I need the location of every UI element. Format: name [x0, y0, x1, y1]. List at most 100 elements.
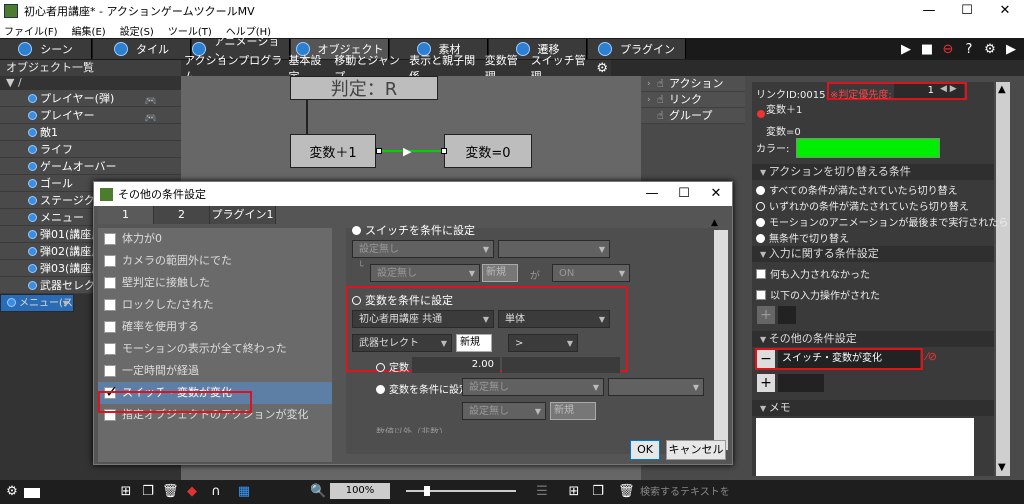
- condition-lock[interactable]: ロックした/された: [98, 294, 332, 316]
- minimize-button[interactable]: —: [910, 0, 948, 22]
- switch-select-empty[interactable]: [498, 240, 610, 259]
- constant-input[interactable]: 2.00: [412, 357, 500, 373]
- zoom-icon[interactable]: 🔍: [310, 484, 326, 500]
- gear-icon[interactable]: ⚙: [593, 61, 611, 76]
- constant-radio[interactable]: 定数: [376, 359, 409, 374]
- variable-kind-select[interactable]: 単体: [498, 310, 610, 329]
- variable-new-button[interactable]: 新規: [456, 334, 492, 352]
- dialog-close-button[interactable]: ✕: [700, 182, 732, 206]
- dialog-maximize-button[interactable]: ☐: [668, 182, 700, 206]
- list-item[interactable]: プレイヤー 🎮: [0, 107, 181, 124]
- add-link-item[interactable]: › ☝ リンク: [641, 92, 745, 108]
- list-item-selected[interactable]: メニュー(ス: [0, 294, 74, 312]
- scrollbar[interactable]: [714, 230, 728, 450]
- section-input[interactable]: 入力に関する条件設定: [752, 246, 994, 262]
- screen-icon[interactable]: [24, 488, 40, 498]
- condition-probability[interactable]: 確率を使用する: [98, 316, 332, 338]
- tab-tile[interactable]: タイル: [93, 39, 191, 59]
- tree-root[interactable]: ▼ /: [0, 76, 181, 90]
- scroll-up-icon[interactable]: ▲: [711, 218, 718, 228]
- variable-scope-select[interactable]: 初心者用講座 共通: [352, 310, 494, 329]
- variable-radio[interactable]: 変数を条件に設定: [352, 292, 453, 308]
- nan-radio[interactable]: 数値以外（非数）: [376, 425, 448, 433]
- switch-on-select[interactable]: ON: [552, 264, 630, 283]
- gear-icon[interactable]: ⚙: [983, 42, 997, 57]
- gear-icon[interactable]: ⚙: [4, 484, 20, 500]
- close-button[interactable]: ✕: [986, 0, 1024, 22]
- expand-icon[interactable]: ▶: [1004, 42, 1018, 57]
- other-condition-item[interactable]: スイッチ・変数が変化: [778, 350, 920, 368]
- input-slot[interactable]: [778, 306, 796, 324]
- section-other[interactable]: その他の条件設定: [752, 331, 994, 347]
- list-icon[interactable]: ☰: [534, 484, 550, 500]
- scroll-down-icon[interactable]: ▼: [998, 462, 1006, 473]
- add-folder-icon[interactable]: ⊞: [118, 484, 134, 500]
- stop-icon[interactable]: ■: [920, 42, 934, 57]
- color-swatch[interactable]: [796, 138, 940, 158]
- radio-anim[interactable]: モーションのアニメーションが最後まで実行されたら: [756, 214, 1008, 229]
- condition-wall-contact[interactable]: 壁判定に接触した: [98, 272, 332, 294]
- switch-new-button[interactable]: 新規: [482, 264, 518, 282]
- no-entry-icon[interactable]: ⊖: [941, 42, 955, 57]
- variable2-select[interactable]: 設定無し: [462, 378, 604, 397]
- copy-icon[interactable]: ❐: [590, 484, 606, 500]
- trash-icon[interactable]: 🗑: [618, 484, 635, 500]
- condition-hp-zero[interactable]: 体力が0: [98, 228, 332, 250]
- add-group-item[interactable]: ☝ グループ: [641, 108, 745, 124]
- add-condition-button[interactable]: +: [757, 374, 775, 392]
- link-handle[interactable]: [441, 148, 447, 154]
- link-handle[interactable]: [376, 148, 382, 154]
- menu-settings[interactable]: 設定(S): [120, 23, 154, 38]
- variable-name-select[interactable]: 武器セレクト: [352, 334, 452, 353]
- ok-button[interactable]: OK: [630, 440, 660, 460]
- menu-tools[interactable]: ツール(T): [168, 23, 212, 38]
- dialog-tab-1[interactable]: 1: [98, 206, 154, 224]
- add-input-button[interactable]: +: [757, 306, 775, 324]
- zoom-slider[interactable]: [406, 490, 516, 492]
- switch-select-1[interactable]: 設定無し: [352, 240, 494, 259]
- menu-edit[interactable]: 編集(E): [72, 23, 106, 38]
- tab-plugin[interactable]: プラグイン: [588, 39, 686, 59]
- condition-out-of-camera[interactable]: カメラの範囲外にでた: [98, 250, 332, 272]
- constant-slider[interactable]: [502, 357, 620, 373]
- red-tool-icon[interactable]: ◆: [184, 484, 200, 500]
- variable2-new-button[interactable]: 新規: [550, 402, 596, 420]
- node-var-zero[interactable]: 変数=0: [444, 134, 532, 168]
- input-ops-checkbox[interactable]: 以下の入力操作がされた: [756, 287, 880, 302]
- node-var-plus[interactable]: 変数＋1: [290, 134, 376, 168]
- trash-icon[interactable]: 🗑: [162, 484, 179, 500]
- section-action-switch[interactable]: アクションを切り替える条件: [752, 164, 994, 180]
- grid-icon[interactable]: ▦: [236, 484, 252, 500]
- variable-operator-select[interactable]: >: [508, 334, 578, 353]
- node-judge[interactable]: 判定：R: [290, 76, 438, 100]
- delete-icon[interactable]: ⁄⊘: [926, 350, 937, 363]
- radio-any[interactable]: いずれかの条件が満たされていたら切り替え: [756, 198, 969, 213]
- switch-radio[interactable]: スイッチを条件に設定: [352, 222, 475, 238]
- list-item[interactable]: ライフ: [0, 141, 181, 158]
- list-item[interactable]: プレイヤー(弾) 🎮: [0, 90, 181, 107]
- magnet-icon[interactable]: ∩: [208, 484, 224, 500]
- priority-arrows-icon[interactable]: ◀ ▶: [940, 84, 957, 94]
- copy-icon[interactable]: ❐: [140, 484, 156, 500]
- dialog-tab-plugin[interactable]: プラグイン1: [210, 206, 276, 224]
- memo-textarea[interactable]: [756, 418, 974, 476]
- condition-slot[interactable]: [778, 374, 824, 392]
- dialog-minimize-button[interactable]: —: [636, 182, 668, 206]
- cancel-button[interactable]: キャンセル: [666, 440, 726, 460]
- maximize-button[interactable]: ☐: [948, 0, 986, 22]
- tab-scene[interactable]: シーン: [0, 39, 92, 59]
- variable2-select-2[interactable]: 設定無し: [462, 402, 546, 421]
- zoom-select[interactable]: 100%: [330, 483, 390, 499]
- help-icon[interactable]: ?: [962, 42, 976, 57]
- zoom-slider-thumb[interactable]: [424, 486, 430, 496]
- condition-motion-done[interactable]: モーションの表示が全て終わった: [98, 338, 332, 360]
- dialog-tab-2[interactable]: 2: [154, 206, 210, 224]
- list-item[interactable]: ゲームオーバー: [0, 158, 181, 175]
- input-none-checkbox[interactable]: 何も入力されなかった: [756, 266, 870, 281]
- search-input[interactable]: 検索するテキストを: [640, 485, 740, 501]
- variable2-empty-select[interactable]: [608, 378, 704, 397]
- add-folder-icon[interactable]: ⊞: [566, 484, 582, 500]
- condition-time-elapsed[interactable]: 一定時間が経過: [98, 360, 332, 382]
- scroll-up-icon[interactable]: ▲: [998, 84, 1006, 95]
- radio-all[interactable]: すべての条件が満たされていたら切り替え: [756, 182, 958, 197]
